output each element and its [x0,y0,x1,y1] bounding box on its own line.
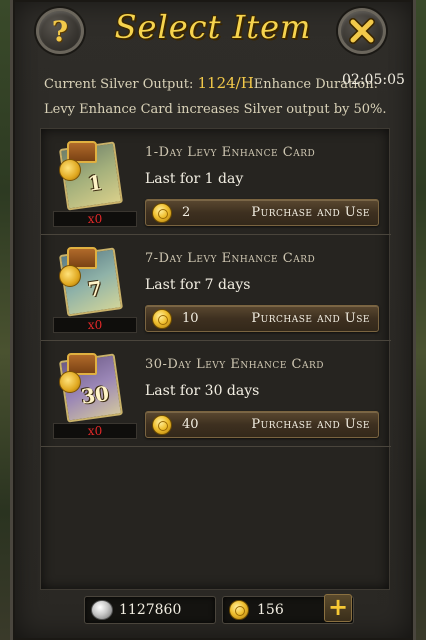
purchase-cost: 40 [182,417,199,432]
list-item: 7 x0 7-Day Levy Enhance Card Last for 7 … [41,235,391,341]
enhance-duration-value: 02:05:05 [342,72,405,88]
footer: 1127860 156 + [0,592,426,640]
item-description: Last for 7 days [145,277,251,293]
item-quantity: x0 [53,423,137,439]
card-number: 7 [86,276,104,302]
purchase-and-use-button[interactable]: 10 Purchase and Use [145,305,379,332]
item-list[interactable]: 1 x0 1-Day Levy Enhance Card Last for 1 … [40,128,391,590]
card-number: 1 [86,170,104,196]
enhance-description: Levy Enhance Card increases Silver outpu… [44,102,387,117]
purchase-and-use-button[interactable]: 40 Purchase and Use [145,411,379,438]
close-x-icon [349,18,375,44]
item-description: Last for 30 days [145,383,260,399]
silver-amount: 1127860 [119,602,182,618]
list-item: 1 x0 1-Day Levy Enhance Card Last for 1 … [41,129,391,235]
gold-coin-icon [152,415,172,435]
levy-card-icon[interactable]: 30 x0 [53,353,137,439]
card-number: 30 [79,381,111,409]
purchase-and-use-button[interactable]: 2 Purchase and Use [145,199,379,226]
gold-coin-icon [152,203,172,223]
silver-output-label: Current Silver Output: [44,77,194,92]
item-title: 7-Day Levy Enhance Card [145,251,316,266]
list-item: 30 x0 30-Day Levy Enhance Card Last for … [41,341,391,447]
silver-output-value: 1124/H [197,74,254,92]
purchase-label: Purchase and Use [251,311,370,326]
gold-amount: 156 [257,602,284,618]
silver-coin-icon [91,600,113,620]
purchase-label: Purchase and Use [251,417,370,432]
silver-balance: 1127860 [84,596,216,624]
item-quantity: x0 [53,317,137,333]
gold-coin-icon [152,309,172,329]
purchase-cost: 2 [182,205,191,220]
close-button[interactable] [338,8,386,54]
item-title: 30-Day Levy Enhance Card [145,357,324,372]
add-gold-button[interactable]: + [324,594,352,622]
purchase-cost: 10 [182,311,199,326]
levy-card-icon[interactable]: 1 x0 [53,141,137,227]
item-description: Last for 1 day [145,171,244,187]
item-quantity: x0 [53,211,137,227]
gold-coin-icon [229,600,249,620]
item-title: 1-Day Levy Enhance Card [145,145,316,160]
purchase-label: Purchase and Use [251,205,370,220]
levy-card-icon[interactable]: 7 x0 [53,247,137,333]
plus-icon: + [327,593,349,621]
header: ? Select Item [0,0,426,62]
